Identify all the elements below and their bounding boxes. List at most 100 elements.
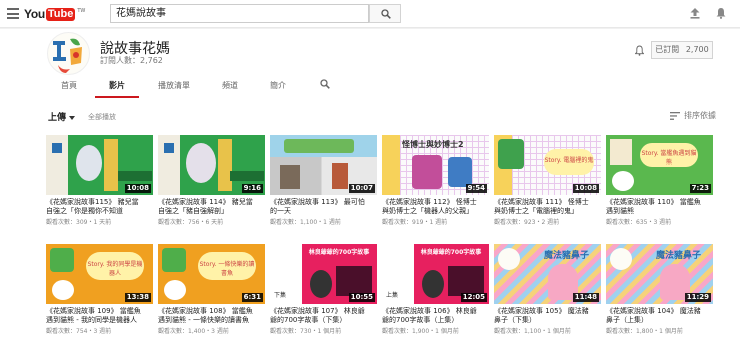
video-meta: 觀看次數：309・1 天前: [46, 219, 112, 226]
avatar-art: [53, 38, 82, 73]
thumb-text: 魔法豬鼻子: [544, 251, 590, 261]
video-card[interactable]: 魔法豬鼻子 11:29 《花媽家說故事 104》 魔法豬 鼻子（上集） 觀看次數：…: [606, 244, 713, 335]
video-thumbnail[interactable]: 9:16: [158, 135, 265, 195]
video-thumbnail[interactable]: 怪博士與妙博士2 9:54: [382, 135, 489, 195]
video-card[interactable]: Story. 一條快樂的讀書魚 6:31 《花媽家說故事 108》 當艦魚 遇到貓…: [158, 244, 265, 335]
tab-videos[interactable]: 影片: [95, 80, 139, 98]
video-card[interactable]: 下集 林良爺爺的700字故事 10:55 《花媽家說故事 107》 林良爺 爺的7…: [270, 244, 377, 335]
tab-home[interactable]: 首頁: [61, 80, 77, 98]
video-thumbnail[interactable]: 下集 林良爺爺的700字故事 10:55: [270, 244, 377, 304]
notification-bell-icon[interactable]: [635, 45, 644, 56]
video-meta: 觀看次數：1,400・3 週前: [158, 328, 229, 335]
thumb-text: Story. 電腦裡的鬼: [544, 149, 594, 175]
videos-panel: 上傳 全部播放 排序依據 10:08 《花媽家說故事115》 豬兒當 自強之「你是…: [0, 99, 740, 346]
video-duration: 11:48: [572, 293, 599, 302]
thumb-text: Story. 當艦魚遇到貓熊: [640, 143, 698, 167]
sort-label: 排序依據: [684, 111, 716, 120]
tab-playlists[interactable]: 播放清單: [158, 80, 190, 98]
video-duration: 11:29: [684, 293, 711, 302]
video-meta: 觀看次數：730・1 個月前: [270, 328, 342, 335]
chevron-down-icon: [69, 115, 76, 120]
video-duration: 13:38: [124, 293, 151, 302]
video-duration: 12:05: [460, 293, 487, 302]
video-title[interactable]: 《花媽家說故事 104》 魔法豬 鼻子（上集）: [606, 307, 713, 325]
menu-icon[interactable]: [7, 8, 19, 19]
logo-region: TW: [77, 8, 86, 14]
uploads-label: 上傳: [48, 113, 67, 123]
video-meta: 觀看次數：635・3 週前: [606, 219, 672, 226]
video-meta: 觀看次數：1,100・1 週前: [270, 219, 341, 226]
video-title[interactable]: 《花媽家說故事 108》 當艦魚 遇到貓熊 - 一條快樂的讀書魚: [158, 307, 265, 325]
video-card[interactable]: Story. 當艦魚遇到貓熊 7:23 《花媽家說故事 110》 當艦魚 遇到貓熊…: [606, 135, 713, 226]
bell-icon[interactable]: [716, 7, 726, 19]
video-meta: 觀看次數：1,800・1 個月前: [606, 328, 683, 335]
play-all-link[interactable]: 全部播放: [88, 112, 116, 122]
video-thumbnail[interactable]: 魔法豬鼻子 11:29: [606, 244, 713, 304]
video-thumbnail[interactable]: 10:08: [46, 135, 153, 195]
video-thumbnail[interactable]: Story. 當艦魚遇到貓熊 7:23: [606, 135, 713, 195]
subscribed-button[interactable]: 已訂閱 2,700: [651, 41, 713, 59]
video-card[interactable]: 10:07 《花媽家說故事 113》 最可怕 的一天 觀看次數：1,100・1 週…: [270, 135, 377, 226]
video-title[interactable]: 《花媽家說故事 106》 林良爺 爺的700字故事（上集）: [382, 307, 489, 325]
sort-icon: [670, 111, 680, 120]
video-title[interactable]: 《花媽家說故事 111》 怪博士 與奶博士之「電腦裡的鬼」: [494, 198, 601, 216]
search-input[interactable]: 花媽說故事: [110, 4, 369, 23]
channel-search-icon[interactable]: [320, 79, 330, 89]
video-card[interactable]: Story. 我的同學是機器人 13:38 《花媽家說故事 109》 當艦魚 遇到…: [46, 244, 153, 335]
video-card[interactable]: 魔法豬鼻子 11:48 《花媽家說故事 105》 魔法豬 鼻子（下集） 觀看次數：…: [494, 244, 601, 335]
thumb-text: Story. 一條快樂的讀書魚: [198, 252, 256, 280]
channel-avatar[interactable]: [47, 32, 90, 75]
video-thumbnail[interactable]: Story. 電腦裡的鬼 10:08: [494, 135, 601, 195]
upload-icon[interactable]: [690, 8, 700, 19]
video-duration: 10:08: [124, 184, 151, 193]
video-title[interactable]: 《花媽家說故事 109》 當艦魚 遇到貓熊 - 我的同學是機器人: [46, 307, 153, 325]
video-meta: 觀看次數：923・2 週前: [494, 219, 560, 226]
video-meta: 觀看次數：754・3 週前: [46, 328, 112, 335]
video-meta: 觀看次數：1,100・1 個月前: [494, 328, 571, 335]
video-title[interactable]: 《花媽家說故事115》 豬兒當 自強之「你是獨你不知道: [46, 198, 153, 216]
tab-channels[interactable]: 頻道: [222, 80, 238, 98]
video-meta: 觀看次數：919・1 週前: [382, 219, 448, 226]
thumb-text: Story. 我的同學是機器人: [86, 252, 144, 280]
video-title[interactable]: 《花媽家說故事 107》 林良爺 爺的700字故事（下集）: [270, 307, 377, 325]
video-duration: 9:16: [241, 184, 263, 193]
video-card[interactable]: 怪博士與妙博士2 9:54 《花媽家說故事 112》 怪博士 與奶博士之「機器人的…: [382, 135, 489, 226]
video-thumbnail[interactable]: 上集 林良爺爺的700字故事 12:05: [382, 244, 489, 304]
thumb-text: 林良爺爺的700字故事: [420, 249, 482, 256]
thumb-part: 下集: [274, 292, 287, 299]
video-title[interactable]: 《花媽家說故事 110》 當艦魚 遇到貓熊: [606, 198, 713, 216]
video-card[interactable]: 9:16 《花媽家說故事 114》 豬兒當 自強之「豬自強解剖」 觀看次數：756…: [158, 135, 265, 226]
video-card[interactable]: Story. 電腦裡的鬼 10:08 《花媽家說故事 111》 怪博士 與奶博士之…: [494, 135, 601, 226]
logo-tube: Tube: [45, 7, 76, 21]
video-title[interactable]: 《花媽家說故事 113》 最可怕 的一天: [270, 198, 377, 216]
video-thumbnail[interactable]: Story. 我的同學是機器人 13:38: [46, 244, 153, 304]
video-title[interactable]: 《花媽家說故事 114》 豬兒當 自強之「豬自強解剖」: [158, 198, 265, 216]
video-duration: 10:07: [348, 184, 375, 193]
uploads-dropdown[interactable]: 上傳: [48, 110, 76, 123]
video-title[interactable]: 《花媽家說故事 112》 怪博士 與奶博士之「機器人的父親」: [382, 198, 489, 216]
video-duration: 7:23: [689, 184, 711, 193]
video-thumbnail[interactable]: Story. 一條快樂的讀書魚 6:31: [158, 244, 265, 304]
search-icon: [381, 9, 391, 19]
thumb-text: 魔法豬鼻子: [656, 251, 702, 261]
search-button[interactable]: [369, 4, 401, 23]
channel-tabs: 首頁 影片 播放清單 頻道 簡介: [0, 76, 740, 98]
video-card[interactable]: 10:08 《花媽家說故事115》 豬兒當 自強之「你是獨你不知道 觀看次數：30…: [46, 135, 153, 226]
video-thumbnail[interactable]: 魔法豬鼻子 11:48: [494, 244, 601, 304]
video-card[interactable]: 上集 林良爺爺的700字故事 12:05 《花媽家說故事 106》 林良爺 爺的7…: [382, 244, 489, 335]
thumb-text: 林良爺爺的700字故事: [308, 249, 370, 256]
video-meta: 觀看次數：756・6 天前: [158, 219, 224, 226]
youtube-logo[interactable]: You Tube TW: [24, 7, 85, 21]
tab-about[interactable]: 簡介: [270, 80, 286, 98]
subscribed-count: 2,700: [685, 45, 709, 54]
subscribed-label: 已訂閱: [655, 45, 680, 54]
video-thumbnail[interactable]: 10:07: [270, 135, 377, 195]
sort-button[interactable]: 排序依據: [670, 110, 716, 121]
video-title[interactable]: 《花媽家說故事 105》 魔法豬 鼻子（下集）: [494, 307, 601, 325]
video-duration: 10:08: [572, 184, 599, 193]
video-duration: 6:31: [241, 293, 263, 302]
thumb-text: 怪博士與妙博士2: [402, 140, 464, 149]
top-bar: You Tube TW 花媽說故事: [0, 0, 740, 28]
logo-you: You: [24, 7, 45, 21]
channel-header: 說故事花媽 訂閱人數：2,762 已訂閱 2,700 首頁 影片 播放清單 頻道…: [0, 29, 740, 99]
